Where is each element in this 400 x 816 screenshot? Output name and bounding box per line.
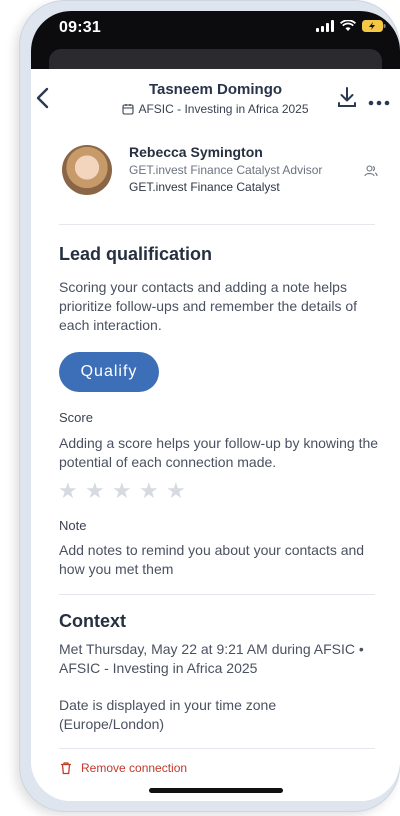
- phone-screen: 09:31 Tasneem Domingo AFSIC - Investing …: [31, 11, 400, 801]
- lead-qualification-title: Lead qualification: [59, 244, 213, 264]
- more-button[interactable]: [368, 96, 390, 106]
- remove-connection-button[interactable]: Remove connection: [59, 761, 187, 775]
- trash-icon: [61, 762, 71, 775]
- context-title: Context: [59, 611, 126, 631]
- divider: [59, 748, 375, 749]
- lead-qualification-description: Scoring your contacts and adding a note …: [59, 279, 358, 333]
- header-event-label: AFSIC - Investing in Africa 2025: [138, 102, 309, 116]
- divider: [59, 594, 375, 595]
- profile-role: GET.invest Finance Catalyst Advisor: [129, 163, 323, 177]
- star-icon[interactable]: ★: [166, 480, 188, 502]
- star-icon[interactable]: ★: [112, 480, 134, 502]
- wifi-icon: [340, 20, 356, 32]
- timezone-text: Date is displayed in your time zone (Eur…: [59, 697, 277, 732]
- star-rating[interactable]: ★ ★ ★ ★ ★: [58, 480, 188, 502]
- score-description: Adding a score helps your follow-up by k…: [59, 435, 379, 470]
- note-label: Note: [59, 518, 87, 533]
- star-icon[interactable]: ★: [85, 480, 107, 502]
- more-horizontal-icon: [368, 100, 390, 106]
- status-time: 09:31: [59, 19, 101, 36]
- signal-icon: [316, 20, 334, 32]
- star-icon[interactable]: ★: [139, 480, 161, 502]
- contact-details: Rebecca Symington GET.invest Finance Cat…: [31, 127, 400, 801]
- battery-charging-icon: [362, 20, 386, 32]
- calendar-icon: [122, 103, 135, 118]
- contact-icon[interactable]: [364, 164, 378, 183]
- home-indicator[interactable]: [149, 788, 283, 793]
- divider: [59, 224, 375, 225]
- context-met-text: Met Thursday, May 22 at 9:21 AM during A…: [59, 641, 364, 676]
- status-icons: [316, 20, 386, 32]
- profile-card[interactable]: Rebecca Symington GET.invest Finance Cat…: [59, 139, 379, 209]
- star-icon[interactable]: ★: [58, 480, 80, 502]
- avatar: [62, 145, 112, 195]
- profile-name: Rebecca Symington: [129, 144, 263, 160]
- profile-organization: GET.invest Finance Catalyst: [129, 180, 280, 194]
- note-description[interactable]: Add notes to remind you about your conta…: [59, 541, 379, 579]
- download-button[interactable]: [336, 85, 358, 109]
- contact-header: Tasneem Domingo AFSIC - Investing in Afr…: [31, 69, 400, 128]
- qualify-button[interactable]: Qualify: [59, 352, 159, 392]
- download-icon: [338, 87, 356, 107]
- remove-connection-label: Remove connection: [81, 761, 188, 775]
- score-label: Score: [59, 410, 93, 425]
